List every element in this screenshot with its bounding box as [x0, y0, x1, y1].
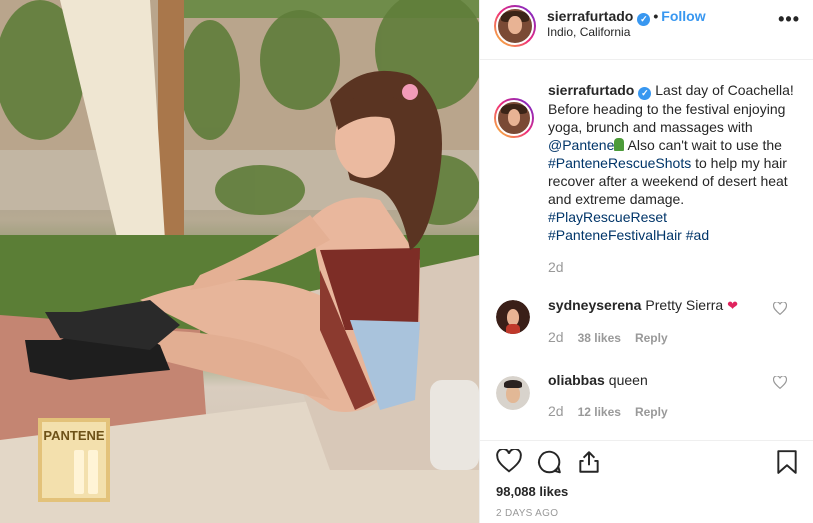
caption-username[interactable]: sierrafurtado: [548, 82, 634, 98]
follow-button[interactable]: Follow: [661, 8, 705, 24]
post-actions: 98,088 likes 2 DAYS AGO: [480, 440, 813, 523]
hashtag-ad[interactable]: #ad: [686, 227, 709, 243]
bookmark-icon[interactable]: [776, 449, 802, 475]
comment-timestamp[interactable]: 2d: [548, 403, 564, 419]
commenter-avatar-sydneyserena[interactable]: [496, 300, 530, 334]
more-options-icon[interactable]: •••: [778, 9, 800, 30]
heart-icon[interactable]: [496, 447, 522, 475]
hashtag-pantene-rescue-shots[interactable]: #PanteneRescueShots: [548, 155, 691, 171]
comment-likes[interactable]: 12 likes: [578, 405, 621, 419]
hashtag-play-rescue-reset[interactable]: #PlayRescueReset: [548, 209, 667, 225]
caption-text-2: Also can't wait to use the: [624, 137, 782, 153]
hashtag-pantene-festival-hair[interactable]: #PanteneFestivalHair: [548, 227, 682, 243]
verified-badge-icon: ✓: [637, 13, 651, 26]
post-photo[interactable]: PANTENE: [0, 0, 479, 523]
cactus-emoji-icon: [614, 138, 625, 151]
comment-meta: 2d 38 likes Reply: [548, 329, 682, 345]
verified-badge-icon: ✓: [638, 87, 652, 100]
photo-illustration: PANTENE: [0, 0, 479, 523]
comment-sydneyserena: sydneyserena Pretty Sierra ❤: [548, 297, 738, 314]
author-username[interactable]: sierrafurtado: [547, 8, 633, 24]
comment-like-heart-icon[interactable]: [772, 301, 788, 318]
comment-meta: 2d 12 likes Reply: [548, 403, 682, 419]
comment-likes[interactable]: 38 likes: [578, 331, 621, 345]
post-header: sierrafurtado ✓ • Follow Indio, California …: [480, 0, 813, 60]
comment-text: queen: [608, 372, 648, 388]
author-avatar[interactable]: [494, 5, 536, 47]
red-heart-emoji-icon: ❤: [727, 298, 739, 313]
post-age[interactable]: 2 DAYS AGO: [496, 508, 558, 519]
comment-oliabbas: oliabbas queen: [548, 372, 648, 388]
comment-username[interactable]: sydneyserena: [548, 297, 641, 313]
product-brand-text: PANTENE: [43, 428, 104, 443]
comment-username[interactable]: oliabbas: [548, 372, 605, 388]
mention-pantene[interactable]: @Pantene: [548, 137, 614, 153]
post-location[interactable]: Indio, California: [547, 25, 630, 39]
caption-timestamp[interactable]: 2d: [548, 259, 564, 275]
reply-button[interactable]: Reply: [635, 405, 668, 419]
post-caption: sierrafurtado ✓ Last day of Coachella! Be…: [548, 81, 798, 244]
comment-timestamp[interactable]: 2d: [548, 329, 564, 345]
post-side-panel: sierrafurtado ✓ • Follow Indio, California …: [479, 0, 813, 523]
reply-button[interactable]: Reply: [635, 331, 668, 345]
likes-count[interactable]: 98,088 likes: [496, 484, 568, 499]
separator-dot: •: [653, 8, 659, 24]
caption-avatar[interactable]: [494, 98, 534, 138]
comment-icon[interactable]: [536, 449, 562, 475]
commenter-avatar-oliabbas[interactable]: [496, 376, 530, 410]
share-icon[interactable]: [576, 449, 602, 475]
instagram-post: PANTENE sierrafurtado ✓ • Follow Indio, Cal…: [0, 0, 813, 523]
comment-text: Pretty Sierra: [645, 297, 724, 313]
author-username-line: sierrafurtado ✓ • Follow: [547, 8, 706, 26]
comment-like-heart-icon[interactable]: [772, 375, 788, 392]
